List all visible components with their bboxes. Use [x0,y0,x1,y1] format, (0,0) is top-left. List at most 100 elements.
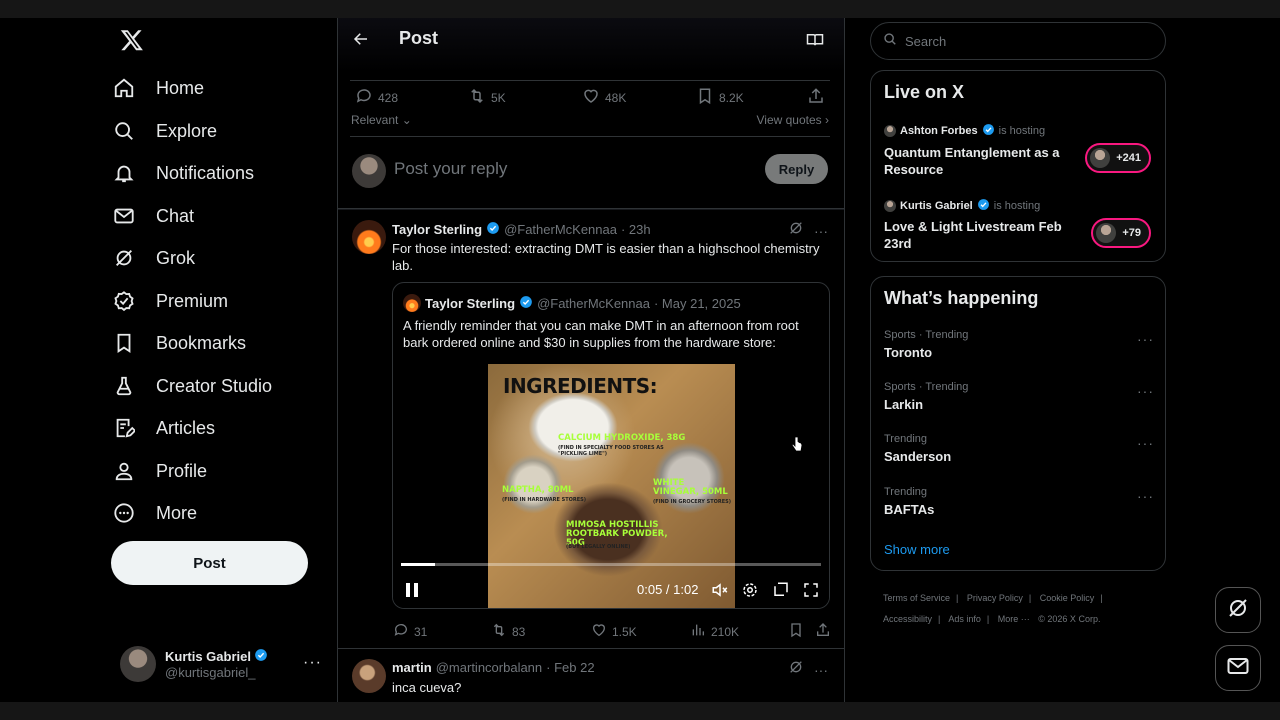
avatar [403,294,421,312]
footer-link[interactable]: Terms of Service [883,593,950,603]
trend-name: BAFTAs [884,502,935,517]
space-listeners-pill[interactable]: +241 [1085,143,1151,173]
like-count-button[interactable]: 48K [582,87,626,108]
bookmark-count-button[interactable]: 8.2K [696,87,744,108]
bookmark-button[interactable] [788,622,804,641]
sidebar-item-home[interactable]: Home [112,67,204,109]
x-logo-icon[interactable] [120,28,146,54]
trend-item[interactable]: Sports · Trending Toronto ··· [884,329,1154,360]
video-progress-bar[interactable] [401,563,821,566]
more-dots-icon[interactable]: ··· [1137,383,1154,399]
sidebar-item-chat[interactable]: Chat [112,195,194,237]
author-handle[interactable]: @FatherMcKennaa [504,222,617,237]
reply-count-button[interactable]: 31 [393,622,427,641]
sidebar-item-profile[interactable]: Profile [112,450,207,492]
page-title: Post [399,28,439,48]
search-placeholder: Search [905,33,947,49]
grok-icon[interactable] [788,659,804,680]
mute-icon[interactable] [711,581,729,604]
space-title[interactable]: Quantum Entanglement as a Resource [884,144,1074,178]
sidebar-item-bookmarks[interactable]: Bookmarks [112,322,246,364]
like-count-button[interactable]: 1.5K [591,622,637,641]
fullscreen-icon[interactable] [802,581,820,604]
reply-icon [355,87,373,108]
avatar[interactable] [352,659,386,693]
trend-item[interactable]: Trending BAFTAs ··· [884,486,1154,517]
sidebar-item-grok[interactable]: Grok [112,237,195,279]
account-switcher[interactable]: Kurtis Gabriel @kurtisgabriel_ ··· [120,644,330,684]
space-host[interactable]: Ashton Forbes is hosting [884,123,1045,139]
footer-link[interactable]: Ads info [948,614,981,624]
pause-icon[interactable] [405,582,419,603]
quoted-post[interactable]: Taylor Sterling @FatherMcKennaa · May 21… [392,282,830,609]
reader-mode-icon[interactable] [806,31,824,54]
more-dots-icon[interactable]: ··· [1137,435,1154,451]
repost-count: 5K [491,90,506,105]
back-arrow-icon[interactable] [352,30,370,53]
footer-link[interactable]: Cookie Policy [1040,593,1095,603]
reply-input[interactable]: Post your reply [394,159,507,179]
author-name[interactable]: martin [392,660,432,675]
footer-link[interactable]: Accessibility [883,614,932,624]
reply-post[interactable]: Taylor Sterling @FatherMcKennaa · 23h ··… [338,210,844,648]
more-dots-icon[interactable]: ··· [303,654,322,672]
heart-icon [582,87,600,108]
author-handle[interactable]: @martincorbalann [436,660,542,675]
sidebar-item-premium[interactable]: Premium [112,280,228,322]
sort-dropdown[interactable]: Relevant ⌄ [351,113,412,127]
sidebar-item-notifications[interactable]: Notifications [112,152,254,194]
sidebar-item-creator-studio[interactable]: Creator Studio [112,365,272,407]
avatar[interactable] [352,220,386,254]
like-count: 1.5K [612,624,637,639]
footer-link[interactable]: More ··· [998,614,1030,624]
grok-icon[interactable] [788,220,804,241]
analytics-icon [690,622,706,641]
sidebar-item-explore[interactable]: Explore [112,110,217,152]
more-dots-icon[interactable]: ··· [814,662,828,678]
repost-count-button[interactable]: 5K [468,87,506,108]
sidebar-item-articles[interactable]: Articles [112,407,215,449]
sidebar-item-label: Articles [156,417,216,438]
sidebar-item-label: Profile [156,460,208,481]
video-player[interactable]: INGREDIENTS: CALCIUM HYDROXIDE, 38G (FIN… [393,364,829,608]
reply-post[interactable]: martin @martincorbalann · Feb 22 ··· inc… [338,649,844,702]
trend-item[interactable]: Sports · Trending Larkin ··· [884,381,1154,412]
views-count: 210K [711,624,740,639]
post-button[interactable]: Post [111,541,308,585]
more-dots-icon[interactable]: ··· [1137,331,1154,347]
view-quotes-link[interactable]: View quotes › [757,113,830,127]
search-input[interactable]: Search [870,22,1166,60]
picture-in-picture-icon[interactable] [772,581,790,604]
more-dots-icon[interactable]: ··· [814,223,828,239]
share-button[interactable] [807,87,825,108]
video-time: 0:05 / 1:02 [637,582,699,597]
mail-icon [1226,654,1250,683]
card-title: What’s happening [884,288,1039,308]
sidebar-item-label: More [156,502,198,523]
space-host[interactable]: Kurtis Gabriel is hosting [884,198,1040,214]
footer-separator: | [1100,593,1103,603]
share-button[interactable] [815,622,831,641]
settings-gear-icon[interactable] [741,581,759,604]
video-note: (FIND IN SPECIALTY FOOD STORES AS "PICKL… [558,445,664,457]
repost-count-button[interactable]: 83 [491,622,525,641]
trend-item[interactable]: Trending Sanderson ··· [884,433,1154,464]
quoted-author-name: Taylor Sterling [425,295,516,311]
more-dots-icon[interactable]: ··· [1137,488,1154,504]
post-time[interactable]: · Feb 22 [546,660,594,675]
reply-button[interactable]: Reply [765,154,828,184]
article-icon [112,416,136,440]
footer-link[interactable]: Privacy Policy [967,593,1023,603]
post-time[interactable]: · 23h [621,222,651,237]
space-listeners-pill[interactable]: +79 [1091,218,1151,248]
messages-float-button[interactable] [1215,645,1261,691]
video-note: (FIND IN GROCERY STORES) [653,499,732,505]
views-count-button[interactable]: 210K [690,622,739,641]
show-more-link[interactable]: Show more [884,542,950,557]
grok-float-button[interactable] [1215,587,1261,633]
grok-icon [1226,596,1250,625]
reply-count-button[interactable]: 428 [355,87,398,108]
author-name[interactable]: Taylor Sterling [392,222,482,237]
space-title[interactable]: Love & Light Livestream Feb 23rd [884,218,1074,252]
sidebar-item-more[interactable]: More [112,492,197,534]
